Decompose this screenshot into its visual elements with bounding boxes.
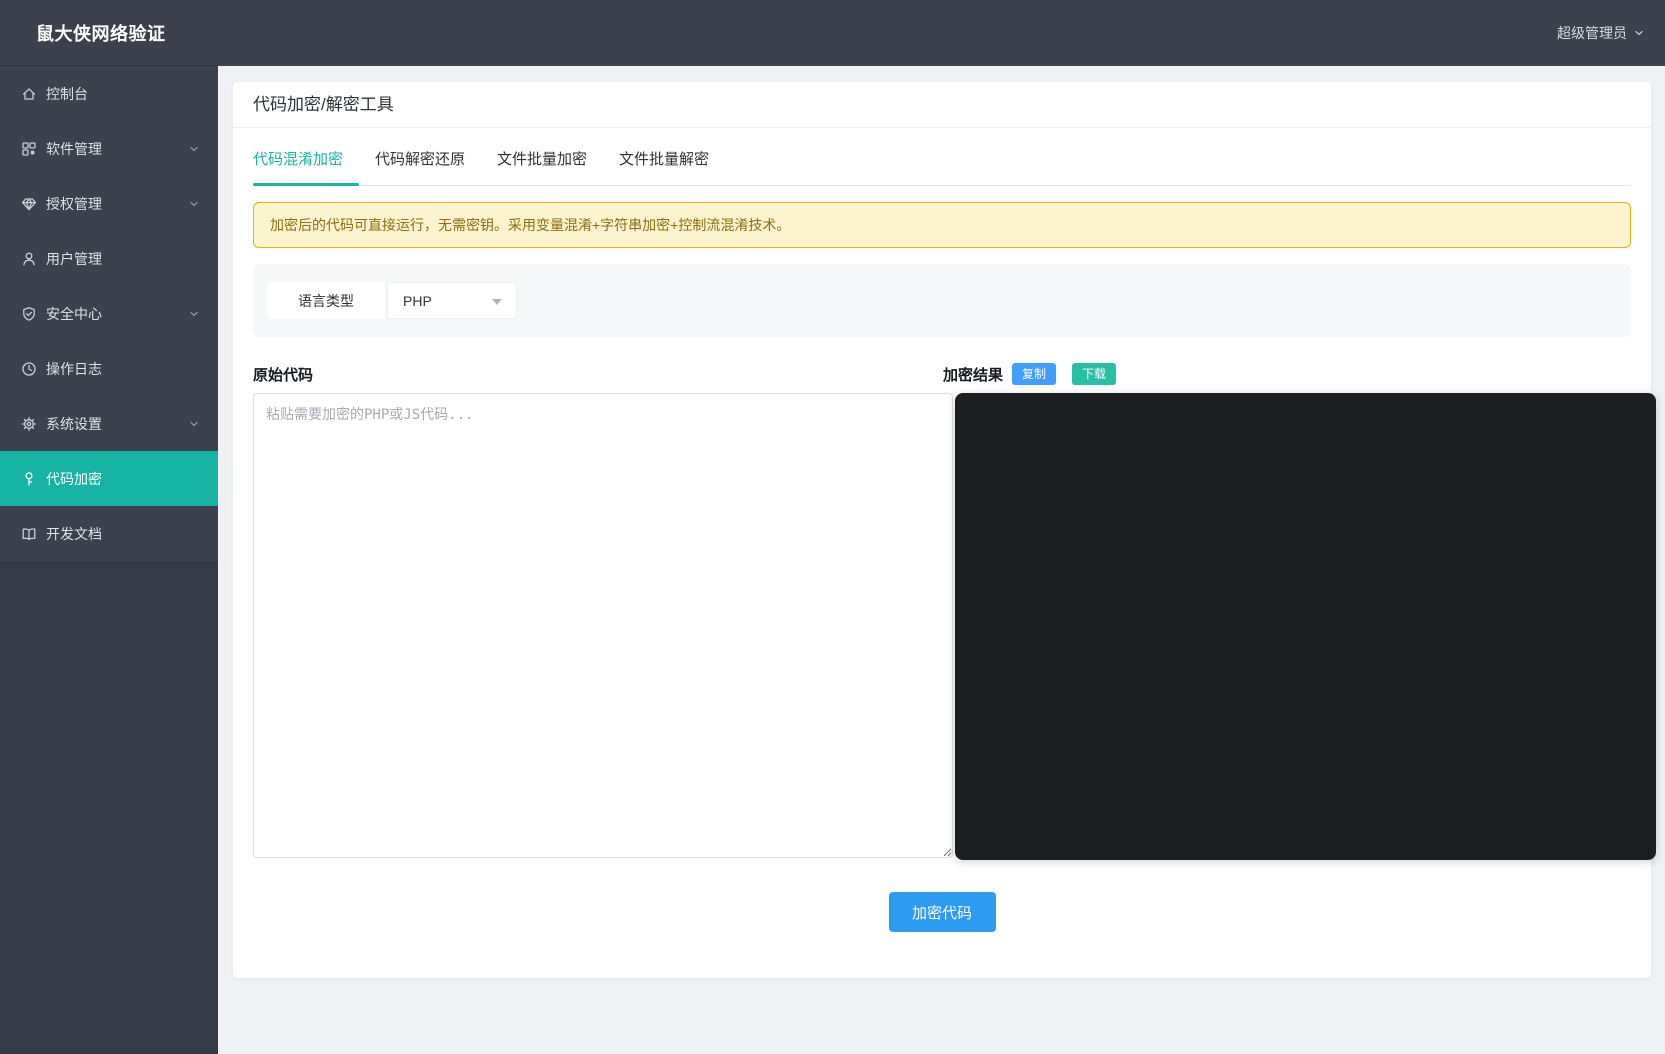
editors-row xyxy=(253,393,1631,860)
app-title: 鼠大侠网络验证 xyxy=(0,0,218,66)
key-icon xyxy=(21,471,37,487)
page-title: 代码加密/解密工具 xyxy=(233,82,1651,128)
chevron-down-icon xyxy=(188,143,200,155)
sidebar-item-code-encrypt[interactable]: 代码加密 xyxy=(0,451,218,506)
language-label: 语言类型 xyxy=(267,282,385,319)
language-panel: 语言类型 PHP xyxy=(253,264,1631,337)
sidebar-item-label: 开发文档 xyxy=(46,524,102,544)
sidebar-item-docs[interactable]: 开发文档 xyxy=(0,506,218,561)
tab-batch-encrypt[interactable]: 文件批量加密 xyxy=(481,148,603,185)
sidebar-item-label: 授权管理 xyxy=(46,194,102,214)
user-menu[interactable]: 超级管理员 xyxy=(1551,23,1645,43)
caret-down-icon xyxy=(492,299,502,305)
sidebar-item-license[interactable]: 授权管理 xyxy=(0,176,218,231)
result-output xyxy=(955,393,1657,860)
copy-button[interactable]: 复制 xyxy=(1012,363,1056,385)
home-icon xyxy=(21,86,37,102)
sidebar-item-label: 系统设置 xyxy=(46,414,102,434)
user-name: 超级管理员 xyxy=(1557,23,1627,43)
sidebar-item-label: 安全中心 xyxy=(46,304,102,324)
source-code-input[interactable] xyxy=(253,393,953,858)
sidebar-item-security[interactable]: 安全中心 xyxy=(0,286,218,341)
sidebar-item-label: 操作日志 xyxy=(46,359,102,379)
encrypt-row: 加密代码 xyxy=(233,892,1651,932)
warning-alert: 加密后的代码可直接运行，无需密钥。采用变量混淆+字符串加密+控制流混淆技术。 xyxy=(253,202,1631,248)
chevron-down-icon xyxy=(188,418,200,430)
tabs-bar: 代码混淆加密代码解密还原文件批量加密文件批量解密 xyxy=(253,128,1631,186)
sidebar-item-label: 用户管理 xyxy=(46,249,102,269)
chevron-down-icon xyxy=(188,308,200,320)
shield-icon xyxy=(21,306,37,322)
source-label: 原始代码 xyxy=(253,364,313,385)
sidebar: 鼠大侠网络验证 控制台软件管理授权管理用户管理安全中心操作日志系统设置代码加密开… xyxy=(0,0,218,1054)
sidebar-item-label: 控制台 xyxy=(46,84,88,104)
clock-icon xyxy=(21,361,37,377)
tool-card: 代码加密/解密工具 代码混淆加密代码解密还原文件批量加密文件批量解密 加密后的代… xyxy=(233,82,1651,978)
sidebar-menu: 控制台软件管理授权管理用户管理安全中心操作日志系统设置代码加密开发文档 xyxy=(0,66,218,561)
apps-icon xyxy=(21,141,37,157)
user-icon xyxy=(21,251,37,267)
tab-obfuscate[interactable]: 代码混淆加密 xyxy=(253,148,359,185)
chevron-down-icon xyxy=(188,198,200,210)
download-button[interactable]: 下载 xyxy=(1072,363,1116,385)
topbar: 超级管理员 xyxy=(218,0,1665,66)
tab-decrypt[interactable]: 代码解密还原 xyxy=(359,148,481,185)
language-select-value: PHP xyxy=(403,293,432,309)
main-content: 代码加密/解密工具 代码混淆加密代码解密还原文件批量加密文件批量解密 加密后的代… xyxy=(218,66,1665,1054)
gear-icon xyxy=(21,416,37,432)
sidebar-item-console[interactable]: 控制台 xyxy=(0,66,218,121)
sidebar-item-settings[interactable]: 系统设置 xyxy=(0,396,218,451)
language-select[interactable]: PHP xyxy=(387,282,517,319)
editor-labels-row: 原始代码 加密结果 复制 下载 xyxy=(253,363,1631,385)
result-label: 加密结果 xyxy=(943,364,1003,385)
sidebar-item-software[interactable]: 软件管理 xyxy=(0,121,218,176)
tab-batch-decrypt[interactable]: 文件批量解密 xyxy=(603,148,725,185)
sidebar-item-label: 代码加密 xyxy=(46,469,102,489)
chevron-down-icon xyxy=(1633,27,1645,39)
gem-icon xyxy=(21,196,37,212)
book-icon xyxy=(21,526,37,542)
warning-alert-text: 加密后的代码可直接运行，无需密钥。采用变量混淆+字符串加密+控制流混淆技术。 xyxy=(270,215,790,235)
encrypt-button[interactable]: 加密代码 xyxy=(889,892,996,932)
sidebar-item-users[interactable]: 用户管理 xyxy=(0,231,218,286)
sidebar-item-logs[interactable]: 操作日志 xyxy=(0,341,218,396)
sidebar-item-label: 软件管理 xyxy=(46,139,102,159)
